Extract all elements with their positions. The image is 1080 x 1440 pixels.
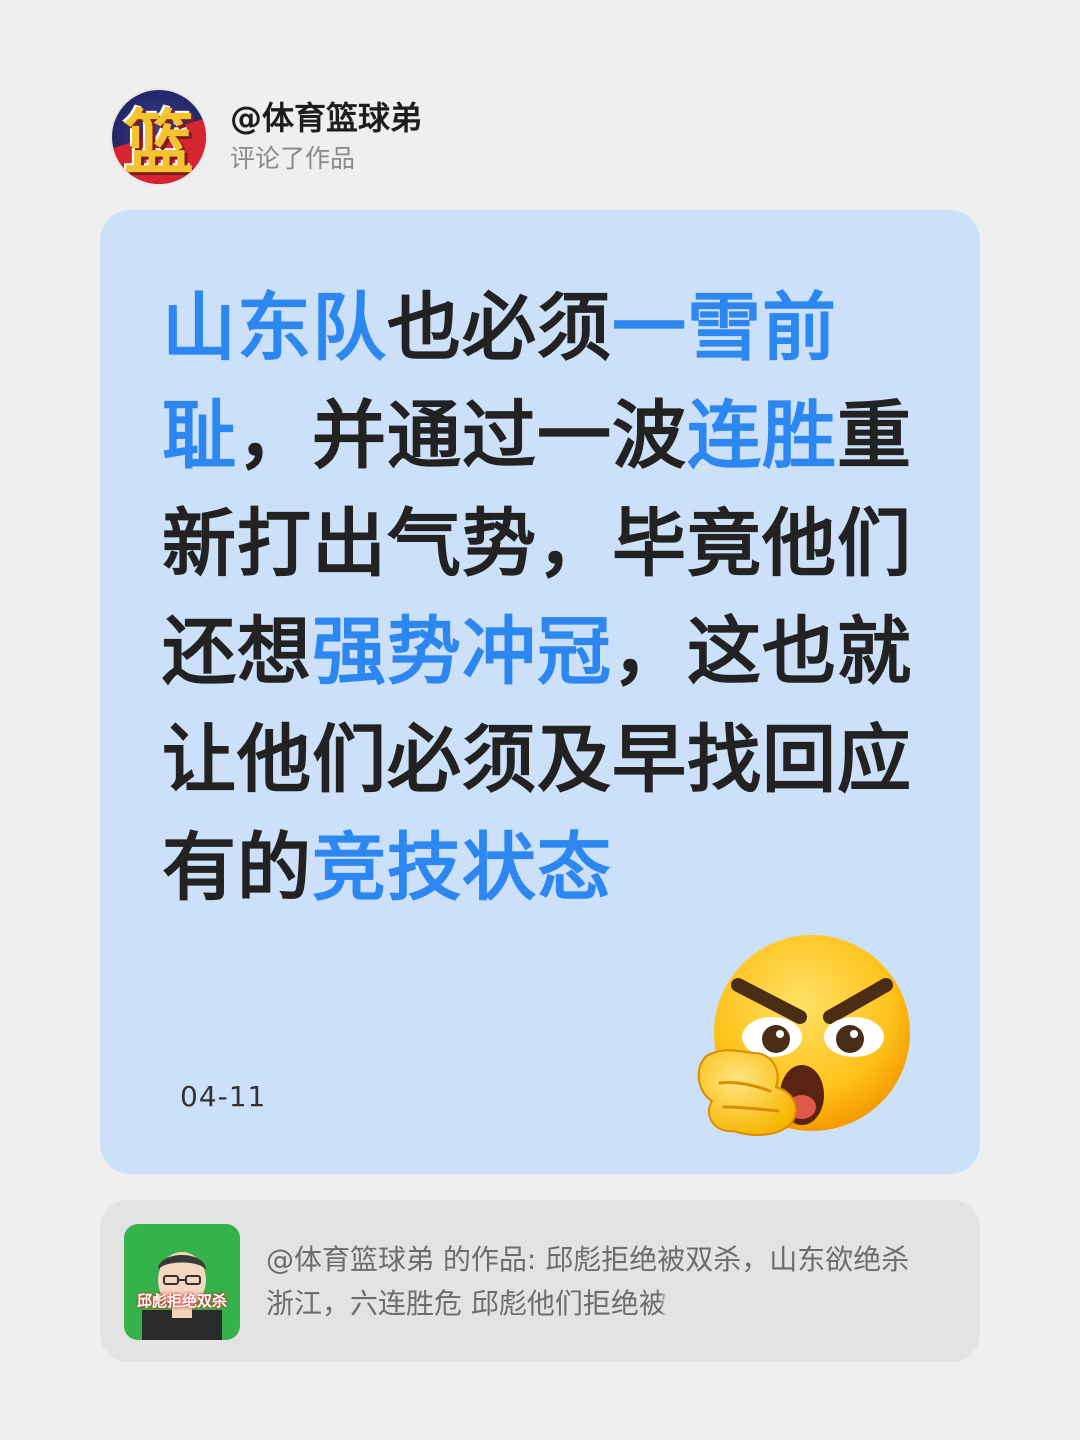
username[interactable]: @体育篮球弟: [230, 98, 422, 138]
description-fade-text: 被: [638, 1287, 667, 1320]
comment-text: 山东队也必须一雪前耻，并通过一波连胜重新打出气势，毕竟他们还想强势冲冠，这也就让…: [162, 274, 932, 922]
referenced-video-description[interactable]: @体育篮球弟 的作品: 邱彪拒绝被双杀，山东欲绝杀浙江，六连胜危 邱彪他们拒绝被: [266, 1238, 936, 1326]
comment-card: 山东队也必须一雪前耻，并通过一波连胜重新打出气势，毕竟他们还想强势冲冠，这也就让…: [100, 210, 980, 1174]
referenced-video-card[interactable]: 邱彪拒绝双杀 @体育篮球弟 的作品: 邱彪拒绝被双杀，山东欲绝杀浙江，六连胜危 …: [100, 1200, 980, 1362]
highlighted-phrase: 山东队: [162, 285, 387, 371]
highlighted-phrase: 竞技状态: [312, 825, 612, 911]
avatar-logo-glyph: 篮: [124, 101, 194, 184]
highlighted-phrase: 强势冲冠: [312, 609, 612, 695]
comment-date: 04-11: [180, 1080, 267, 1113]
thumbnail-caption: 邱彪拒绝双杀: [136, 1292, 227, 1310]
activity-subtitle: 评论了作品: [230, 144, 356, 173]
description-text: @体育篮球弟 的作品: 邱彪拒绝被双杀，山东欲绝杀浙江，六连胜危 邱彪他们拒绝: [266, 1243, 910, 1320]
comment-phrase: 也必须: [387, 285, 612, 371]
angry-thinking-emoji-icon: [697, 935, 910, 1136]
comment-phrase: ，并通过一波: [237, 393, 687, 479]
comment-header: 篮 @体育篮球弟 评论了作品: [112, 90, 422, 184]
video-thumbnail[interactable]: 邱彪拒绝双杀: [124, 1224, 240, 1340]
avatar[interactable]: 篮: [112, 90, 206, 184]
highlighted-phrase: 连胜: [687, 393, 837, 479]
header-text: @体育篮球弟 评论了作品: [230, 98, 422, 176]
